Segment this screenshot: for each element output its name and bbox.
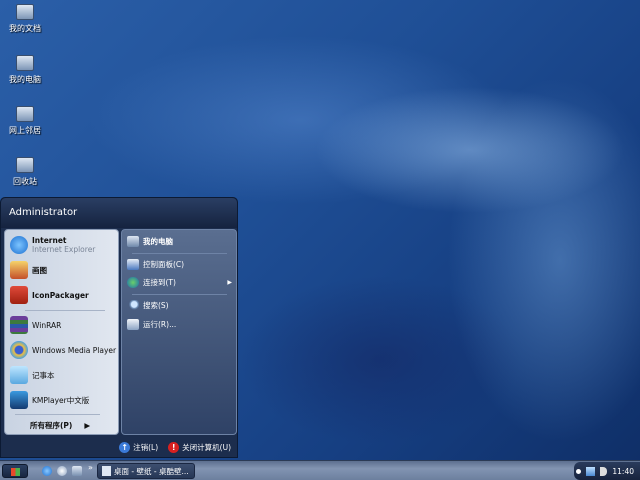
- kmplayer-icon: [10, 391, 28, 409]
- menu-item-search[interactable]: 搜索(S): [127, 300, 169, 311]
- all-programs-button[interactable]: 所有程序(P) ▶: [30, 420, 90, 431]
- clock[interactable]: 11:40: [612, 467, 634, 476]
- ie-icon: [10, 236, 28, 254]
- desktop-icon-recycle-bin[interactable]: 回收站: [2, 157, 48, 187]
- quicklaunch-browser-icon[interactable]: [57, 466, 67, 476]
- start-menu-footer: ↑ 注销(L) ! 关闭计算机(U): [1, 436, 237, 458]
- menu-item-run[interactable]: 运行(R)...: [127, 319, 176, 330]
- system-tray: 11:40: [574, 462, 640, 480]
- media-player-icon: [10, 341, 28, 359]
- menu-item-connect-to[interactable]: 连接到(T) ▶: [127, 277, 232, 288]
- iconpackager-icon: [10, 286, 28, 304]
- menu-item-iconpackager[interactable]: IconPackager: [10, 286, 89, 304]
- volume-tray-icon[interactable]: [600, 466, 608, 476]
- computer-icon: [127, 236, 139, 247]
- separator: [132, 253, 227, 254]
- desktop-icon-network[interactable]: 网上邻居: [2, 106, 48, 136]
- globe-icon: [127, 277, 139, 288]
- menu-item-my-computer[interactable]: 我的电脑: [127, 236, 173, 247]
- shutdown-button[interactable]: ! 关闭计算机(U): [168, 441, 231, 453]
- logoff-button[interactable]: ↑ 注销(L): [119, 441, 158, 453]
- power-icon: !: [168, 441, 180, 453]
- tray-dot-icon[interactable]: [576, 468, 582, 474]
- windows-logo-icon: [10, 468, 20, 476]
- taskbar: » 桌面 - 壁纸 - 桌酷壁... 11:40: [0, 460, 640, 480]
- menu-item-paint[interactable]: 画图: [10, 261, 47, 279]
- run-icon: [127, 319, 139, 330]
- recycle-bin-icon: [16, 157, 34, 173]
- computer-icon: [16, 55, 34, 71]
- quicklaunch-desktop-icon[interactable]: [72, 466, 82, 476]
- desktop-icon-my-computer[interactable]: 我的电脑: [2, 55, 48, 85]
- arrow-right-icon: ▶: [227, 279, 232, 286]
- separator: [132, 294, 227, 295]
- menu-item-media-player[interactable]: Windows Media Player: [10, 341, 116, 359]
- arrow-right-icon: ▶: [84, 421, 91, 430]
- documents-icon: [16, 4, 34, 20]
- quicklaunch-ie-icon[interactable]: [42, 466, 52, 476]
- taskbar-button-window[interactable]: 桌面 - 壁纸 - 桌酷壁...: [97, 463, 195, 479]
- control-panel-icon: [127, 259, 139, 270]
- document-icon: [102, 466, 111, 476]
- desktop-icon-my-documents[interactable]: 我的文档: [2, 4, 48, 34]
- menu-item-control-panel[interactable]: 控制面板(C): [127, 259, 184, 270]
- logoff-icon: ↑: [119, 441, 131, 453]
- separator: [25, 310, 105, 311]
- notepad-icon: [10, 366, 28, 384]
- programs-panel: Internet Internet Explorer 画图 IconPackage…: [4, 229, 119, 435]
- start-menu: Administrator Internet Internet Explorer …: [0, 197, 238, 458]
- menu-item-internet[interactable]: Internet Internet Explorer: [10, 236, 95, 254]
- quicklaunch-chevron[interactable]: »: [88, 463, 93, 472]
- search-icon: [127, 300, 139, 311]
- separator: [15, 414, 100, 415]
- menu-item-kmplayer[interactable]: KMPlayer中文版: [10, 391, 89, 409]
- user-name: Administrator: [1, 198, 237, 228]
- paint-icon: [10, 261, 28, 279]
- places-panel: 我的电脑 控制面板(C) 连接到(T) ▶ 搜索(S) 运行(R)...: [121, 229, 237, 435]
- winrar-icon: [10, 316, 28, 334]
- menu-item-notepad[interactable]: 记事本: [10, 366, 55, 384]
- start-button[interactable]: [2, 464, 28, 478]
- network-tray-icon[interactable]: [586, 466, 596, 476]
- menu-item-winrar[interactable]: WinRAR: [10, 316, 61, 334]
- network-icon: [16, 106, 34, 122]
